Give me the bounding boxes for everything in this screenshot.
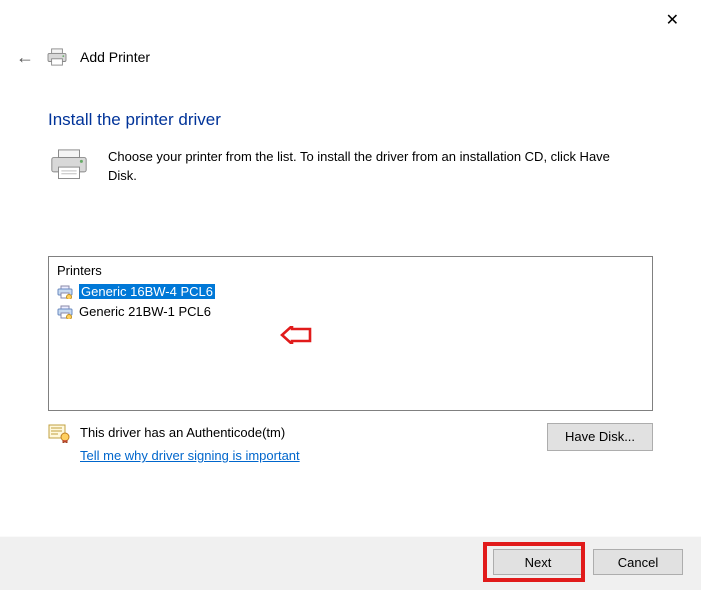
certificate-icon bbox=[48, 423, 70, 443]
next-button[interactable]: Next bbox=[493, 549, 583, 575]
printer-icon bbox=[46, 48, 68, 66]
printer-large-icon bbox=[48, 148, 90, 182]
printer-item-icon bbox=[57, 285, 73, 299]
printer-item-label: Generic 16BW-4 PCL6 bbox=[79, 284, 215, 299]
page-heading: Install the printer driver bbox=[48, 110, 653, 130]
printer-list-item[interactable]: Generic 21BW-1 PCL6 bbox=[51, 302, 650, 322]
main-content: Install the printer driver Choose your p… bbox=[48, 110, 653, 477]
instruction-text: Choose your printer from the list. To in… bbox=[108, 148, 638, 186]
wizard-footer: Next Cancel bbox=[0, 536, 701, 590]
wizard-title: Add Printer bbox=[80, 49, 150, 65]
close-button[interactable]: ✕ bbox=[666, 10, 679, 30]
authenticode-status: This driver has an Authenticode(tm) bbox=[80, 423, 300, 443]
back-arrow-icon[interactable]: ← bbox=[16, 48, 34, 66]
have-disk-button[interactable]: Have Disk... bbox=[547, 423, 653, 451]
instruction-row: Choose your printer from the list. To in… bbox=[48, 148, 653, 186]
printer-item-icon bbox=[57, 305, 73, 319]
cancel-button[interactable]: Cancel bbox=[593, 549, 683, 575]
wizard-header: ← Add Printer bbox=[16, 48, 150, 66]
printer-item-label: Generic 21BW-1 PCL6 bbox=[79, 304, 211, 319]
driver-signing-link[interactable]: Tell me why driver signing is important bbox=[80, 446, 300, 466]
printer-list-item[interactable]: Generic 16BW-4 PCL6 bbox=[51, 282, 650, 302]
printers-column-header: Printers bbox=[51, 261, 650, 282]
printers-listbox[interactable]: Printers Generic 16BW-4 PCL6 bbox=[48, 256, 653, 411]
